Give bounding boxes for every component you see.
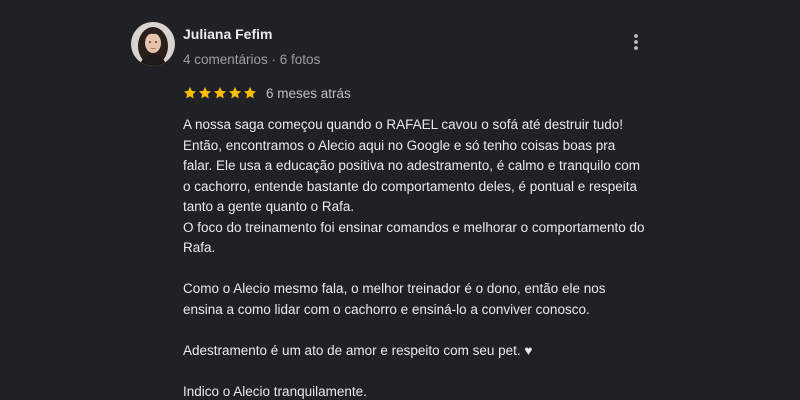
review-line: Então, encontramos o Alecio aqui no Goog… <box>183 137 616 153</box>
review-line: ensina a como lidar com o cachorro e ens… <box>183 301 590 317</box>
star-icon <box>198 87 212 99</box>
review-line: Como o Alecio mesmo fala, o melhor trein… <box>183 281 606 296</box>
review-line: O foco do treinamento foi ensinar comand… <box>183 219 645 235</box>
avatar[interactable] <box>131 22 175 66</box>
star-icon <box>228 87 242 99</box>
star-rating <box>183 86 257 100</box>
paragraph-break <box>183 361 688 382</box>
author-meta: 4 comentários · 6 fotos <box>183 52 321 67</box>
star-icon <box>183 87 197 99</box>
review-line: o cachorro, entende bastante do comporta… <box>183 178 638 194</box>
avatar-photo <box>131 22 175 66</box>
review-line: tanto a gente quanto o Rafa. <box>183 199 355 214</box>
review-line: Rafa. <box>183 240 216 255</box>
review-line: Adestramento é um ato de amor e respeito… <box>183 342 533 358</box>
review-card: Juliana Fefim 4 comentários · 6 fotos 6 … <box>0 0 800 400</box>
star-icon <box>243 87 257 99</box>
rating-row: 6 meses atrás <box>183 84 351 102</box>
review-line: Indico o Alecio tranquilamente. <box>183 383 367 399</box>
review-text: A nossa saga começou quando o RAFAEL cav… <box>183 115 688 400</box>
more-options-button[interactable] <box>620 28 652 56</box>
author-name[interactable]: Juliana Fefim <box>183 26 272 42</box>
review-line: A nossa saga começou quando o RAFAEL cav… <box>183 117 624 132</box>
review-line: falar. Ele usa a educação positiva no ad… <box>183 158 641 173</box>
review-time: 6 meses atrás <box>266 85 351 101</box>
paragraph-break <box>183 320 688 341</box>
paragraph-break <box>183 259 688 280</box>
star-icon <box>213 87 227 99</box>
more-vert-icon <box>634 34 638 50</box>
